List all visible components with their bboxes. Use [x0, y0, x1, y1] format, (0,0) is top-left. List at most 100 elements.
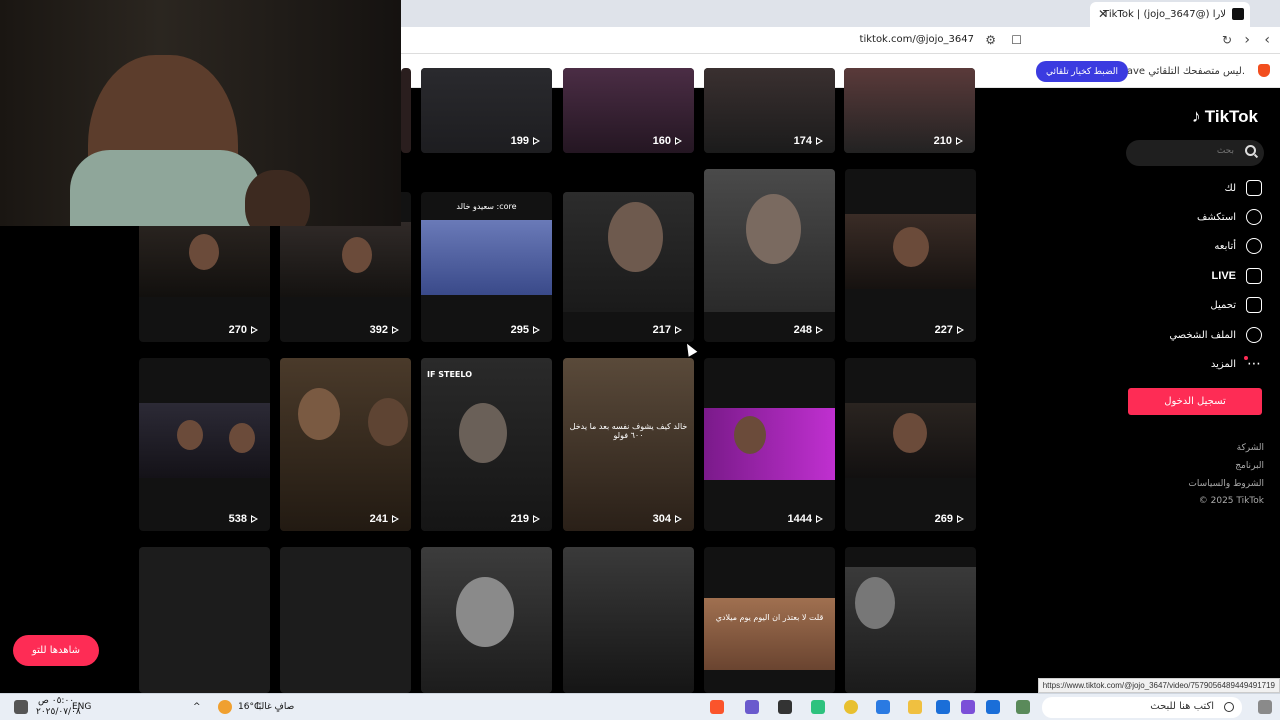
view-count: 219 [511, 513, 540, 525]
file-explorer-icon[interactable] [908, 700, 922, 714]
infobar-text: Brave ليس متصفحك التلقائي. [1115, 66, 1245, 77]
reload-icon[interactable]: ↻ [1222, 33, 1232, 47]
chevron-up-icon[interactable]: ^ [193, 702, 201, 712]
play-icon [675, 515, 682, 523]
screen: + ✕ TikTok | (jojo_3647@) لارا ‹ › ↻ ☐ ⚙… [0, 0, 1280, 720]
video-card[interactable]: 227 [845, 169, 976, 342]
video-card[interactable] [421, 547, 552, 693]
play-icon [675, 137, 682, 145]
footer-terms[interactable]: الشروط والسياسات [1188, 479, 1264, 489]
chrome-icon[interactable] [844, 700, 858, 714]
nav-label: الملف الشخصي [1169, 329, 1236, 341]
start-icon[interactable] [1258, 700, 1272, 714]
nav-label: المزيد [1210, 358, 1236, 370]
nav-label: أتابعه [1214, 240, 1236, 252]
video-card[interactable]: قلت لا بعتذر ان اليوم يوم ميلادي [704, 547, 835, 693]
video-card[interactable] [401, 68, 411, 153]
live-tv-icon [1246, 268, 1262, 284]
nav-for-you[interactable]: لك [1225, 178, 1262, 198]
clock-time[interactable]: ٠٥:٠٠ ص [38, 696, 74, 706]
set-default-button[interactable]: الضبط كخيار تلقائي [1036, 61, 1128, 82]
view-count: 270 [229, 324, 258, 336]
view-count: 174 [794, 135, 823, 147]
search-input[interactable] [1144, 146, 1234, 156]
weather-desc[interactable]: صافٍ غالبًا [256, 702, 294, 712]
video-card[interactable] [845, 547, 976, 693]
address-bar: ‹ › ↻ ☐ ⚙ tiktok.com/@jojo_3647 [401, 27, 1280, 54]
task-view-icon[interactable] [1016, 700, 1030, 714]
play-icon [533, 137, 540, 145]
footer-program[interactable]: البرنامج [1235, 461, 1264, 471]
close-tab-icon[interactable]: ✕ [1098, 7, 1108, 21]
view-count: 217 [653, 324, 682, 336]
nav-explore[interactable]: استكشف [1197, 207, 1262, 227]
app-icon[interactable] [811, 700, 825, 714]
brave-icon[interactable] [710, 700, 724, 714]
play-icon [392, 326, 399, 334]
mail-icon[interactable] [936, 700, 950, 714]
weather-icon[interactable] [218, 700, 232, 714]
forward-icon[interactable]: › [1244, 32, 1250, 48]
view-count: 269 [935, 513, 964, 525]
search-box[interactable] [1126, 140, 1264, 166]
app-icon[interactable] [961, 700, 975, 714]
video-card[interactable]: 248 [704, 169, 835, 342]
login-button[interactable]: تسجيل الدخول [1128, 388, 1262, 415]
site-settings-icon[interactable]: ⚙ [985, 33, 996, 47]
store-icon[interactable] [876, 700, 890, 714]
video-card[interactable]: 241 [280, 358, 411, 531]
nav-label: LIVE [1211, 270, 1236, 282]
video-card[interactable]: 174 [704, 68, 835, 153]
view-count: 210 [934, 135, 963, 147]
upload-icon [1246, 297, 1262, 313]
nav-live[interactable]: LIVE [1212, 266, 1262, 286]
taskbar-search[interactable]: اكتب هنا للبحث [1042, 697, 1242, 718]
play-icon [392, 515, 399, 523]
play-icon [816, 515, 823, 523]
video-card[interactable]: 210 [844, 68, 975, 153]
app-icon[interactable] [778, 700, 792, 714]
back-icon[interactable]: ‹ [1264, 32, 1270, 48]
video-card[interactable] [563, 547, 694, 693]
video-card[interactable]: 199 [421, 68, 552, 153]
profile-icon [1246, 327, 1262, 343]
view-count: 199 [511, 135, 540, 147]
video-card[interactable]: سعيدو خالد :core 295 [421, 192, 552, 342]
brave-icon [1258, 64, 1270, 77]
bookmark-icon[interactable]: ☐ [1011, 33, 1022, 47]
video-tag: IF STEELO [427, 370, 472, 379]
play-icon [251, 326, 258, 334]
compass-icon [1246, 209, 1262, 225]
footer-company[interactable]: الشركة [1237, 443, 1264, 453]
watched-button[interactable]: شاهدها للتو [13, 635, 99, 666]
nav-label: استكشف [1197, 211, 1236, 223]
nav-more[interactable]: المزيد ⋯ [1211, 354, 1262, 374]
video-card[interactable]: 269 [845, 358, 976, 531]
weather-temp[interactable]: 16°C [238, 702, 260, 712]
video-card[interactable]: IF STEELO 219 [421, 358, 552, 531]
nav-following[interactable]: أتابعه [1214, 236, 1262, 256]
video-card[interactable]: خالد كيف يشوف نفسه بعد ما يدخل ٦٠٠ فولو … [563, 358, 694, 531]
clock-date[interactable]: ٢٠٢٥/٠٧/٠٨ [36, 707, 81, 717]
play-icon [533, 326, 540, 334]
video-card[interactable]: 217 [563, 192, 694, 342]
video-caption: قلت لا بعتذر ان اليوم يوم ميلادي [715, 613, 824, 622]
edge-icon[interactable] [986, 700, 1000, 714]
nav-upload[interactable]: تحميل [1210, 295, 1262, 315]
tiktok-logo[interactable]: ♪ TikTok [1192, 106, 1258, 127]
video-card-loading[interactable] [139, 547, 270, 693]
view-count: 304 [653, 513, 682, 525]
video-card[interactable]: 538 [139, 358, 270, 531]
view-count: 392 [370, 324, 399, 336]
search-icon[interactable] [1245, 145, 1256, 156]
notifications-icon[interactable] [14, 700, 28, 714]
browser-tab[interactable]: ✕ TikTok | (jojo_3647@) لارا [1090, 2, 1250, 27]
mouse-cursor [682, 341, 698, 357]
play-icon [533, 515, 540, 523]
video-card[interactable]: 160 [563, 68, 694, 153]
url-field[interactable]: tiktok.com/@jojo_3647 [860, 34, 974, 45]
video-card-loading[interactable] [280, 547, 411, 693]
obs-icon[interactable] [745, 700, 759, 714]
nav-profile[interactable]: الملف الشخصي [1169, 325, 1262, 345]
video-card[interactable]: 1444 [704, 358, 835, 531]
